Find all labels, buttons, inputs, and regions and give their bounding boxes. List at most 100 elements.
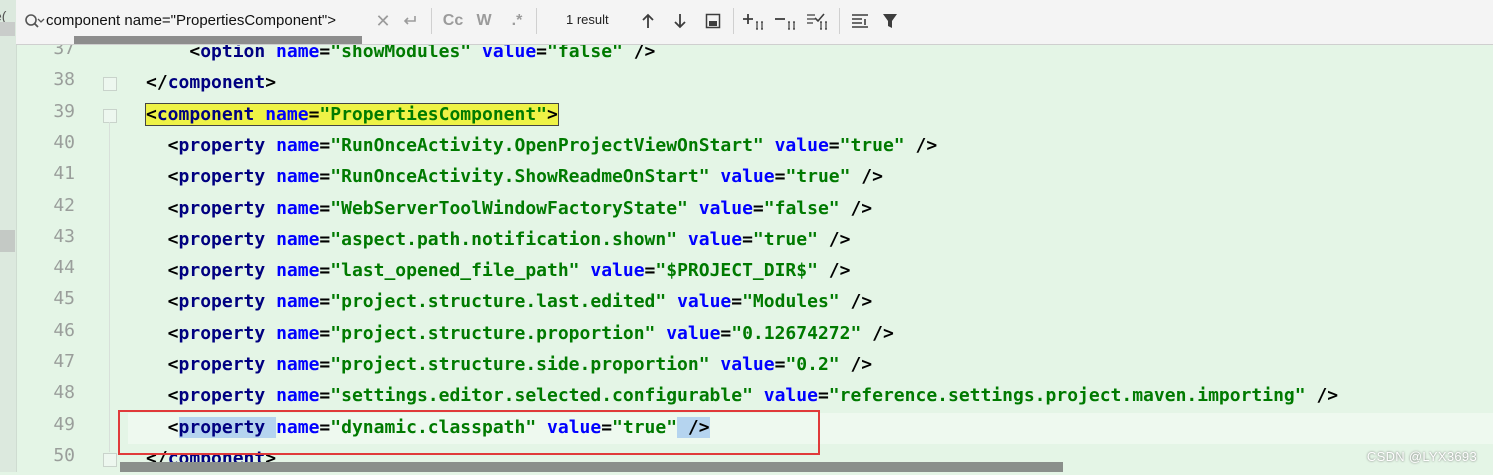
previous-occurrence-icon[interactable]	[636, 8, 660, 34]
fold-marker-icon[interactable]	[103, 77, 117, 92]
code-token: =	[319, 260, 331, 282]
code-token: />	[817, 260, 851, 282]
code-token: =	[319, 291, 331, 313]
clear-search-icon[interactable]: ✕	[372, 8, 394, 34]
horizontal-scrollbar[interactable]	[120, 462, 1063, 472]
words-button[interactable]: W	[473, 8, 495, 34]
open-in-window-icon[interactable]	[848, 8, 872, 34]
line-number: 38	[53, 69, 75, 91]
fold-guide	[109, 121, 110, 452]
code-token: >	[265, 72, 277, 94]
code-token: =	[742, 228, 753, 250]
code-text[interactable]: <property name="project.structure.side.p…	[146, 351, 872, 379]
code-token: <	[146, 291, 179, 313]
code-line[interactable]: <property name="last_opened_file_path" v…	[128, 256, 1493, 287]
code-text[interactable]: <property name="RunOnceActivity.OpenProj…	[146, 132, 938, 160]
code-token: property	[178, 228, 277, 250]
line-number: 43	[53, 225, 75, 247]
search-field-scrollbar[interactable]	[74, 36, 362, 44]
code-text[interactable]: <property name="WebServerToolWindowFacto…	[146, 195, 872, 223]
code-token: =	[720, 322, 732, 344]
code-token: "0.12674272"	[731, 322, 862, 344]
line-number: 45	[53, 288, 75, 310]
code-line[interactable]: <property name="project.structure.propor…	[128, 319, 1493, 350]
code-line[interactable]: <component name="PropertiesComponent">	[128, 100, 1493, 131]
code-editor[interactable]: <option name="showModules" value="false"…	[128, 0, 1493, 472]
code-token: name	[276, 291, 320, 313]
code-token: name	[276, 134, 320, 156]
code-line[interactable]: <property name="settings.editor.selected…	[128, 381, 1493, 412]
fold-marker-icon[interactable]	[103, 452, 117, 467]
code-text[interactable]: <property name="last_opened_file_path" v…	[146, 257, 851, 285]
code-token: />	[1305, 385, 1339, 407]
code-token: "true"	[839, 134, 905, 156]
code-text[interactable]: <property name="project.structure.last.e…	[146, 288, 872, 316]
code-token: "RunOnceActivity.OpenProjectViewOnStart"	[330, 134, 764, 156]
filter-search-results-icon[interactable]	[701, 8, 725, 34]
code-line[interactable]: </component>	[128, 68, 1493, 99]
code-token: =	[319, 134, 331, 156]
code-token: "aspect.path.notification.shown"	[330, 228, 678, 250]
code-token: <	[146, 385, 179, 407]
line-number: 49	[53, 413, 75, 435]
code-token: >	[547, 103, 558, 125]
select-all-occurrences-icon[interactable]	[805, 8, 831, 34]
code-token: name	[265, 103, 309, 125]
code-token: "settings.editor.selected.configurable"	[330, 385, 753, 407]
filter-icon[interactable]	[878, 8, 902, 34]
next-occurrence-icon[interactable]	[668, 8, 692, 34]
code-text[interactable]: <property name="project.structure.propor…	[146, 320, 894, 348]
code-token: name	[276, 260, 320, 282]
code-line[interactable]: <property name="aspect.path.notification…	[128, 225, 1493, 256]
code-text[interactable]: </component>	[146, 69, 276, 97]
code-token: "project.structure.last.edited"	[330, 291, 667, 313]
code-token: <	[146, 354, 179, 375]
line-number: 48	[53, 382, 75, 404]
code-token: value	[720, 166, 775, 188]
code-token: "Modules"	[742, 291, 840, 313]
code-token: property	[178, 134, 277, 156]
line-number: 44	[53, 257, 75, 279]
code-token: name	[276, 385, 320, 407]
code-text[interactable]: <property name="RunOnceActivity.ShowRead…	[146, 163, 883, 191]
line-number: 40	[53, 131, 75, 153]
code-line[interactable]: <property name="project.structure.side.p…	[128, 350, 1493, 381]
result-count: 1 result	[566, 12, 609, 27]
code-token: value	[687, 228, 743, 250]
separator	[733, 8, 734, 34]
code-token: name	[276, 228, 320, 250]
search-query[interactable]: component name="PropertiesComponent">	[46, 12, 386, 29]
new-line-icon[interactable]	[399, 8, 421, 34]
code-token: "project.structure.proportion"	[330, 322, 656, 344]
code-token: =	[817, 385, 829, 407]
code-token: =	[731, 291, 743, 313]
code-token: =	[828, 134, 840, 156]
code-token: =	[319, 354, 331, 375]
add-occurrence-icon[interactable]	[741, 8, 767, 34]
code-token: property	[178, 354, 277, 375]
fold-marker-icon[interactable]	[103, 108, 117, 123]
code-text[interactable]: <component name="PropertiesComponent">	[145, 101, 559, 129]
line-number: 50	[53, 444, 75, 466]
code-line[interactable]: <property name="project.structure.last.e…	[128, 287, 1493, 318]
code-line[interactable]: <property name="RunOnceActivity.ShowRead…	[128, 162, 1493, 193]
code-text[interactable]: <property name="settings.editor.selected…	[146, 382, 1338, 410]
code-token: property	[178, 291, 277, 313]
code-text[interactable]: <property name="aspect.path.notification…	[146, 226, 851, 254]
code-token: />	[850, 166, 883, 188]
remove-occurrence-icon[interactable]	[773, 8, 799, 34]
code-token: =	[752, 197, 764, 219]
search-history-icon[interactable]	[23, 12, 45, 32]
code-line[interactable]: <property name="RunOnceActivity.OpenProj…	[128, 131, 1493, 162]
match-case-button[interactable]: Cc	[441, 8, 465, 34]
code-line[interactable]: <property name="WebServerToolWindowFacto…	[128, 194, 1493, 225]
line-number: 42	[53, 194, 75, 216]
code-token: property	[178, 166, 277, 188]
regex-button[interactable]: .*	[506, 8, 528, 34]
code-token: "PropertiesComponent"	[319, 103, 547, 125]
code-token: />	[817, 228, 851, 250]
code-token: />	[904, 134, 938, 156]
